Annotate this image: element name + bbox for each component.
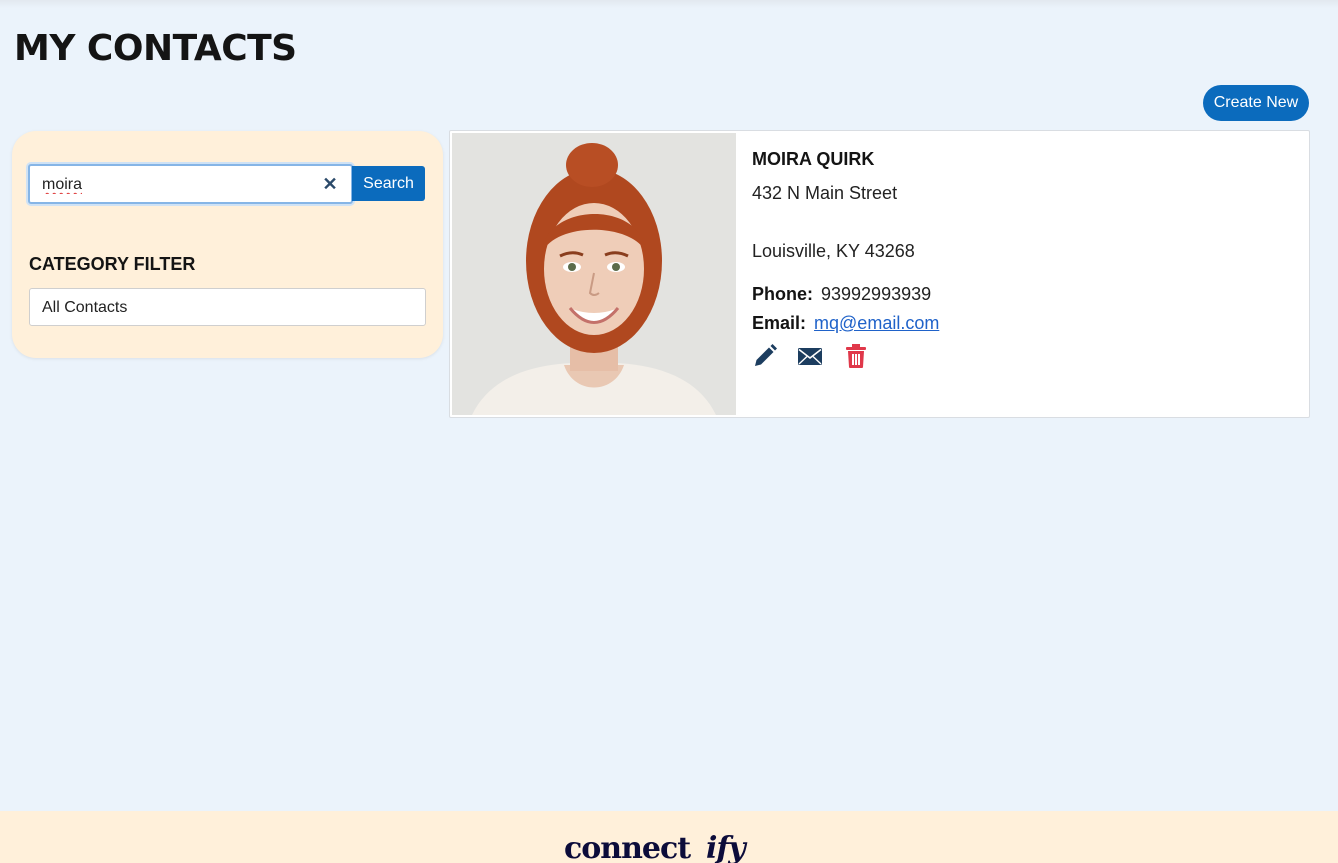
contact-name: MOIRA QUIRK — [752, 149, 875, 169]
email-label: Email: — [752, 313, 807, 333]
category-filter-title: CATEGORY FILTER — [29, 254, 196, 274]
svg-text:ify: ify — [706, 831, 748, 863]
close-icon[interactable]: ✕ — [322, 175, 338, 193]
email-link[interactable]: mq@email.com — [814, 313, 939, 333]
brand-logo: connect ify — [564, 831, 749, 863]
search-button[interactable]: Search — [352, 166, 425, 201]
contact-address-street: 432 N Main Street — [752, 183, 898, 203]
svg-text:connect: connect — [564, 831, 691, 863]
category-filter-select[interactable]: All Contacts — [29, 288, 426, 326]
create-new-button[interactable]: Create New — [1203, 85, 1309, 121]
phone-value: 93992993939 — [821, 284, 932, 304]
page-title: MY CONTACTS — [14, 28, 297, 69]
search-input[interactable] — [42, 174, 312, 196]
contact-phone-row: Phone: 93992993939 — [752, 284, 931, 305]
envelope-icon[interactable] — [797, 343, 825, 369]
search-filter-panel: ✕ Search CATEGORY FILTER All Contacts — [12, 131, 443, 358]
contact-address-city: Louisville, KY 43268 — [752, 241, 915, 261]
contact-photo — [452, 133, 736, 415]
phone-label: Phone: — [752, 284, 813, 304]
contact-email-row: Email: mq@email.com — [752, 313, 939, 334]
trash-icon[interactable] — [844, 343, 872, 369]
footer: connect ify — [0, 811, 1338, 863]
pencil-icon[interactable] — [752, 343, 780, 369]
contact-card: MOIRA QUIRK 432 N Main Street Louisville… — [449, 130, 1310, 418]
search-field[interactable]: ✕ — [28, 164, 353, 204]
top-shadow — [0, 0, 1338, 8]
